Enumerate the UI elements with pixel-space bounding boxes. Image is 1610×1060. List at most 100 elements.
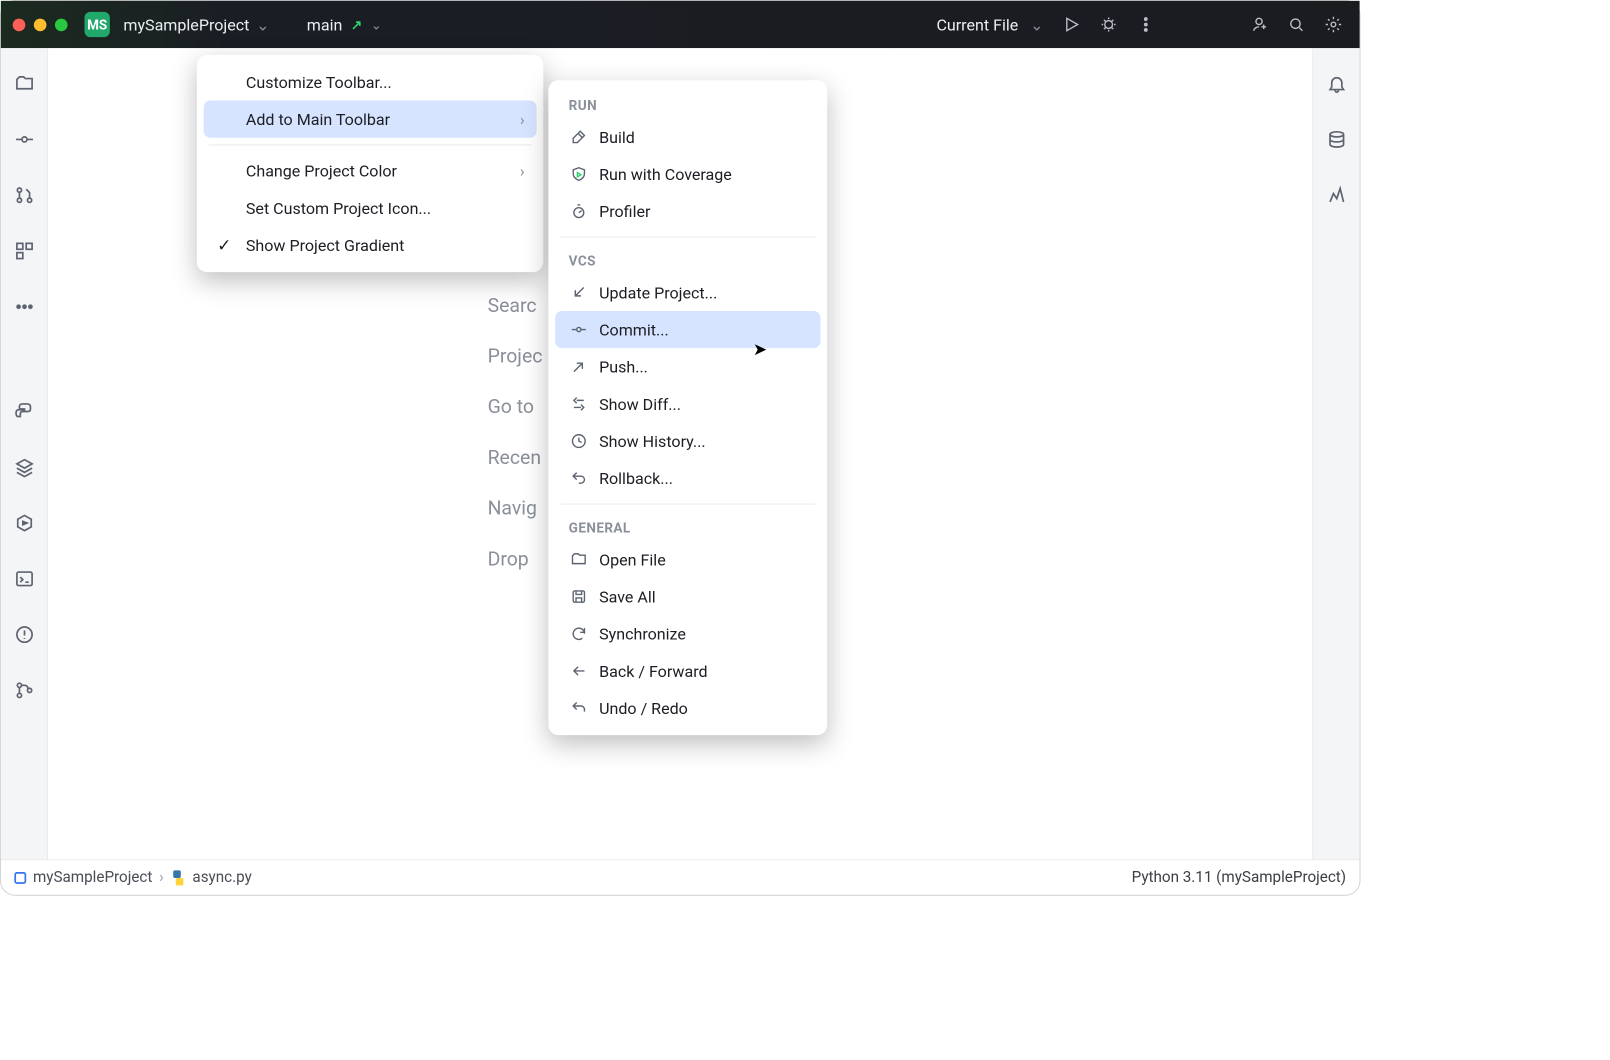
git-tool-button[interactable] (12, 679, 36, 703)
menu-item-save-all[interactable]: Save All (555, 578, 820, 615)
chevron-down-icon: ⌄ (256, 15, 269, 34)
breadcrumb-project: mySampleProject (33, 869, 152, 887)
menu-item-commit[interactable]: Commit... (555, 311, 820, 348)
menu-item-show-history[interactable]: Show History... (555, 423, 820, 460)
notifications-tool-button[interactable] (1325, 72, 1349, 96)
status-bar: mySampleProject › async.py Python 3.11 (… (1, 859, 1360, 894)
right-tool-stripe (1312, 48, 1359, 859)
menu-item-synchronize[interactable]: Synchronize (555, 615, 820, 652)
menu-separator (560, 504, 815, 505)
project-dropdown[interactable]: mySampleProject ⌄ (118, 11, 274, 37)
menu-group-header: Run (548, 89, 827, 119)
clock-icon (570, 433, 587, 450)
menu-item-label: Back / Forward (599, 661, 707, 680)
profiler-tool-button[interactable] (1325, 183, 1349, 207)
menu-item-change-project-color[interactable]: Change Project Color › (204, 152, 537, 189)
menu-item-build[interactable]: Build (555, 118, 820, 155)
menu-item-add-to-main-toolbar[interactable]: Add to Main Toolbar › (204, 101, 537, 138)
menu-item-label: Build (599, 127, 635, 146)
search-button[interactable] (1282, 10, 1311, 39)
branch-name-label: main (307, 15, 343, 34)
project-tool-button[interactable] (12, 72, 36, 96)
menu-item-customize-toolbar[interactable]: Customize Toolbar... (204, 63, 537, 100)
hint-line: Navig (488, 483, 543, 534)
menu-item-back-forward[interactable]: Back / Forward (555, 652, 820, 689)
breadcrumb-file: async.py (192, 869, 251, 887)
project-name-label: mySampleProject (123, 15, 249, 34)
terminal-tool-button[interactable] (12, 567, 36, 591)
menu-item-push[interactable]: Push... (555, 348, 820, 385)
menu-item-run-with-coverage[interactable]: Run with Coverage (555, 155, 820, 192)
menu-separator (560, 237, 815, 238)
more-tool-windows-button[interactable] (12, 295, 36, 319)
chevron-down-icon: ⌄ (1030, 15, 1043, 34)
toolbar-context-menu: Customize Toolbar... Add to Main Toolbar… (197, 55, 543, 272)
menu-item-show-diff[interactable]: Show Diff... (555, 385, 820, 422)
push-available-icon: ↗ (351, 16, 362, 32)
menu-item-label: Add to Main Toolbar (246, 109, 390, 128)
breadcrumb[interactable]: mySampleProject › async.py (14, 869, 251, 887)
menu-item-label: Push... (599, 357, 648, 376)
chevron-right-icon: › (520, 161, 525, 180)
menu-item-set-custom-project-icon[interactable]: Set Custom Project Icon... (204, 189, 537, 226)
python-console-tool-button[interactable] (12, 400, 36, 424)
pull-requests-tool-button[interactable] (12, 183, 36, 207)
commit-tool-button[interactable] (12, 128, 36, 152)
chevron-right-icon: › (520, 109, 525, 128)
vcs-branch-widget[interactable]: main ↗ ⌄ (298, 15, 382, 34)
menu-item-label: Show Project Gradient (246, 235, 405, 254)
menu-item-label: Show Diff... (599, 394, 681, 413)
chevron-right-icon: › (159, 869, 164, 887)
menu-item-label: Set Custom Project Icon... (246, 198, 431, 217)
menu-group-header: VCS (548, 244, 827, 274)
stopwatch-icon (570, 203, 587, 220)
menu-item-profiler[interactable]: Profiler (555, 193, 820, 230)
problems-tool-button[interactable] (12, 623, 36, 647)
interpreter-widget[interactable]: Python 3.11 (mySampleProject) (1132, 869, 1346, 887)
services-tool-button[interactable] (12, 511, 36, 535)
left-tool-stripe (1, 48, 48, 859)
module-icon (14, 872, 26, 884)
run-config-dropdown[interactable]: Current File ⌄ (931, 11, 1048, 37)
menu-item-show-project-gradient[interactable]: ✓ Show Project Gradient (204, 226, 537, 263)
settings-button[interactable] (1319, 10, 1348, 39)
hint-line: Drop (488, 534, 543, 585)
menu-item-label: Undo / Redo (599, 698, 688, 717)
arrow-left-icon (570, 662, 587, 679)
arrow-up-right-icon (570, 358, 587, 375)
python-packages-tool-button[interactable] (12, 455, 36, 479)
top-toolbar: MS mySampleProject ⌄ main ↗ ⌄ Current Fi… (1, 1, 1360, 48)
check-icon: ✓ (217, 235, 231, 255)
menu-item-label: Commit... (599, 320, 669, 339)
menu-item-label: Synchronize (599, 624, 686, 643)
menu-item-open-file[interactable]: Open File (555, 541, 820, 578)
project-icon[interactable]: MS (85, 12, 110, 37)
menu-item-label: Change Project Color (246, 161, 397, 180)
run-config-label: Current File (936, 15, 1018, 34)
more-actions-button[interactable] (1131, 10, 1160, 39)
maximize-window-button[interactable] (55, 18, 68, 31)
menu-item-update-project[interactable]: Update Project... (555, 274, 820, 311)
menu-item-label: Run with Coverage (599, 164, 732, 183)
run-button[interactable] (1057, 10, 1086, 39)
chevron-down-icon: ⌄ (371, 16, 382, 32)
undo-icon (570, 700, 587, 717)
structure-tool-button[interactable] (12, 239, 36, 263)
minimize-window-button[interactable] (34, 18, 47, 31)
menu-item-label: Rollback... (599, 469, 673, 488)
debug-button[interactable] (1094, 10, 1123, 39)
code-with-me-button[interactable] (1245, 10, 1274, 39)
hammer-icon (570, 128, 587, 145)
menu-item-label: Update Project... (599, 283, 717, 302)
menu-item-label: Profiler (599, 202, 650, 221)
hint-line: Searc (488, 281, 543, 332)
shield-play-icon (570, 166, 587, 183)
close-window-button[interactable] (13, 18, 26, 31)
menu-item-label: Open File (599, 550, 666, 569)
database-tool-button[interactable] (1325, 128, 1349, 152)
menu-item-undo-redo[interactable]: Undo / Redo (555, 690, 820, 727)
python-file-icon (170, 870, 185, 885)
sync-icon (570, 625, 587, 642)
menu-item-rollback[interactable]: Rollback... (555, 460, 820, 497)
add-to-main-toolbar-submenu: Run Build Run with Coverage Profiler VCS… (548, 80, 827, 735)
